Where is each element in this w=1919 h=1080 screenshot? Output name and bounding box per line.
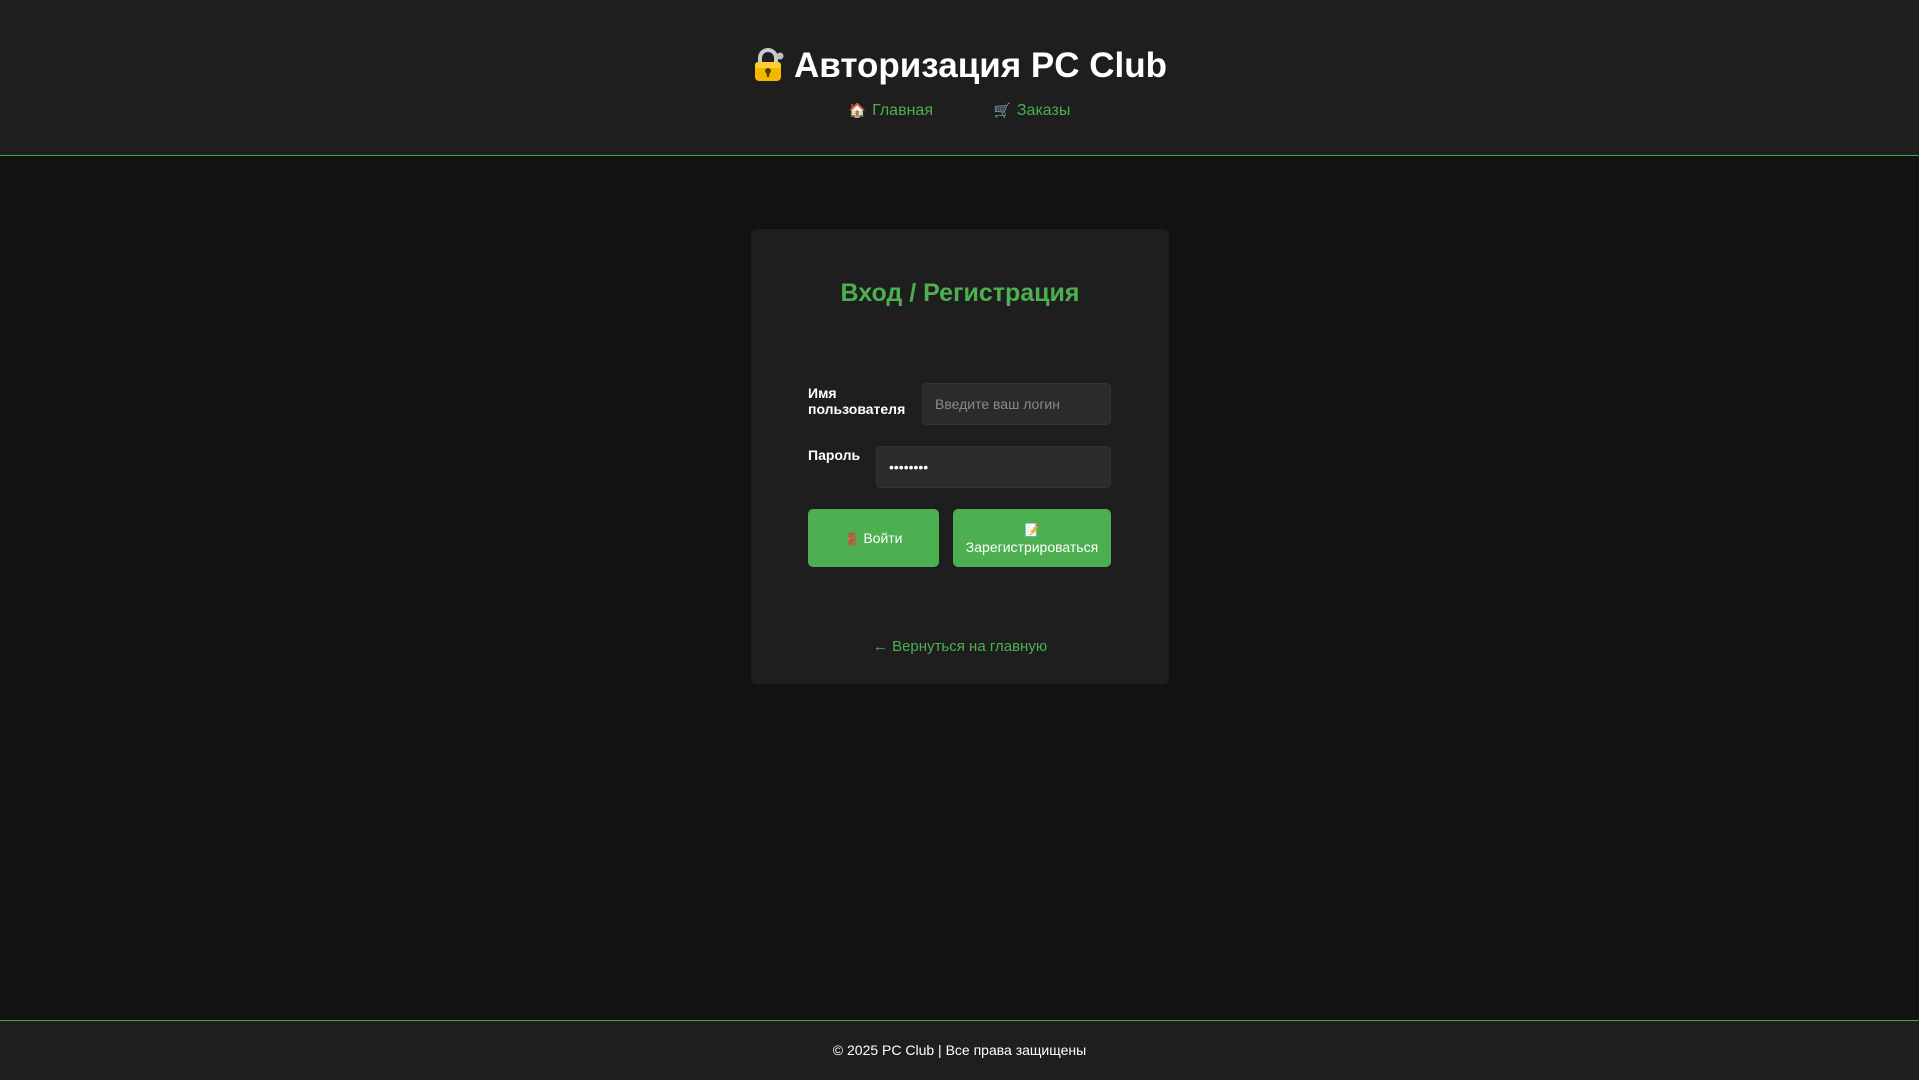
cart-icon: 🛒 [993,102,1011,118]
register-button-label: Зарегистрироваться [965,539,1099,555]
site-header: Авторизация PC Club 🏠 Главная 🛒 Заказы [0,0,1919,156]
door-icon: 🚪 [844,532,860,546]
memo-icon: 📝 [1024,523,1040,537]
home-icon: 🏠 [848,102,867,118]
login-button[interactable]: 🚪 Войти [808,509,939,567]
site-footer: © 2025 PC Club | Все права защищены [0,1020,1919,1080]
nav-orders-label: Заказы [1016,102,1071,119]
page-title-text: Авторизация PC Club [794,46,1167,85]
lock-icon [752,48,784,92]
page-title: Авторизация PC Club [0,45,1919,92]
register-button[interactable]: 📝 Зарегистрироваться [953,509,1111,567]
main-nav: 🏠 Главная 🛒 Заказы [0,98,1919,123]
username-label: Имя пользователя [808,385,906,417]
password-input[interactable] [876,446,1111,488]
nav-orders-link[interactable]: 🛒 Заказы [993,98,1070,123]
footer-copyright: © 2025 PC Club | Все права защищены [832,1042,1087,1058]
back-home-link[interactable]: ← Вернуться на главную [751,637,1169,657]
nav-home-link[interactable]: 🏠 Главная [849,98,933,123]
login-button-label: Войти [863,530,903,546]
username-input[interactable] [922,383,1111,425]
form-title: Вход / Регистрация [840,279,1080,307]
nav-home-label: Главная [872,102,933,119]
password-label: Пароль [808,447,861,463]
auth-card: Вход / Регистрация Имя пользователя Паро… [751,229,1169,684]
